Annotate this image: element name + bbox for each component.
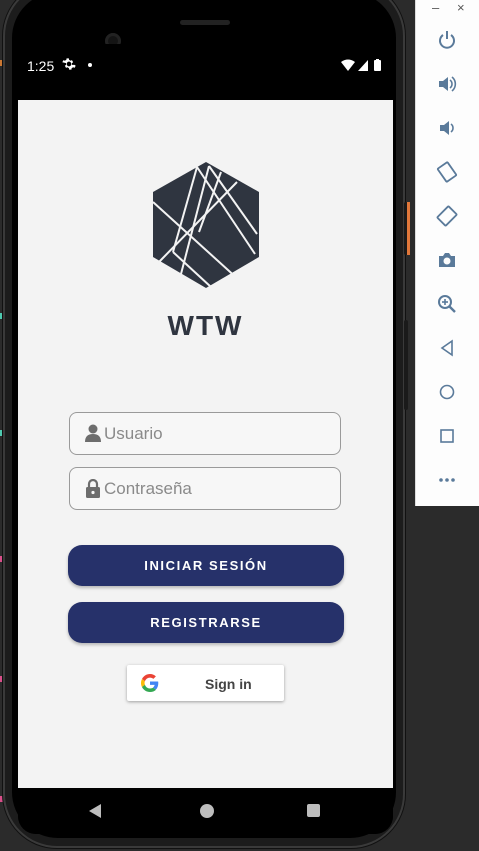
phone-speaker — [180, 20, 230, 25]
hexagon-logo-icon — [151, 162, 261, 293]
google-icon — [140, 674, 159, 695]
register-button[interactable]: REGISTRARSE — [68, 602, 344, 643]
phone-side-button — [404, 320, 408, 410]
zoom-icon[interactable] — [434, 291, 460, 317]
overview-icon[interactable] — [434, 423, 460, 449]
username-field[interactable] — [69, 412, 341, 455]
rotate-left-icon[interactable] — [434, 159, 460, 185]
power-icon[interactable] — [434, 27, 460, 53]
google-sign-in-label: Sign in — [205, 676, 252, 692]
username-input[interactable] — [104, 413, 329, 454]
emulator-accent-bar — [407, 202, 410, 255]
person-icon — [85, 424, 101, 447]
wifi-icon — [341, 59, 355, 71]
camera-icon[interactable] — [434, 247, 460, 273]
volume-up-icon[interactable] — [434, 71, 460, 97]
google-sign-in-button[interactable]: Sign in — [127, 665, 284, 701]
recents-icon[interactable] — [307, 804, 320, 817]
rotate-right-icon[interactable] — [434, 203, 460, 229]
notification-dot-icon — [88, 63, 92, 67]
login-button[interactable]: INICIAR SESIÓN — [68, 545, 344, 586]
app-title: WTW — [167, 310, 244, 341]
login-screen: WTW INICIAR SESIÓN REGISTRARSE — [18, 100, 393, 788]
volume-down-icon[interactable] — [434, 115, 460, 141]
home-icon[interactable] — [200, 804, 214, 818]
signal-icon — [358, 60, 368, 71]
status-time: 1:25 — [27, 58, 55, 74]
lock-icon — [85, 478, 101, 504]
minimize-button[interactable]: – — [432, 0, 439, 15]
gear-icon — [62, 57, 76, 75]
more-icon[interactable] — [434, 467, 460, 493]
password-field[interactable] — [69, 467, 341, 510]
status-icons — [341, 58, 385, 77]
status-bar: 1:25 — [18, 44, 393, 100]
system-nav-bar — [18, 788, 393, 834]
back-icon[interactable] — [434, 335, 460, 361]
phone-screen: 1:25 WTW Usuario INICIAR SESIÓN REGISTRA… — [18, 44, 393, 834]
password-input[interactable] — [104, 468, 329, 509]
home-icon[interactable] — [434, 379, 460, 405]
back-icon[interactable] — [89, 804, 101, 818]
battery-icon — [374, 60, 381, 71]
emulator-toolbar: – × — [415, 0, 479, 506]
close-button[interactable]: × — [457, 0, 465, 15]
